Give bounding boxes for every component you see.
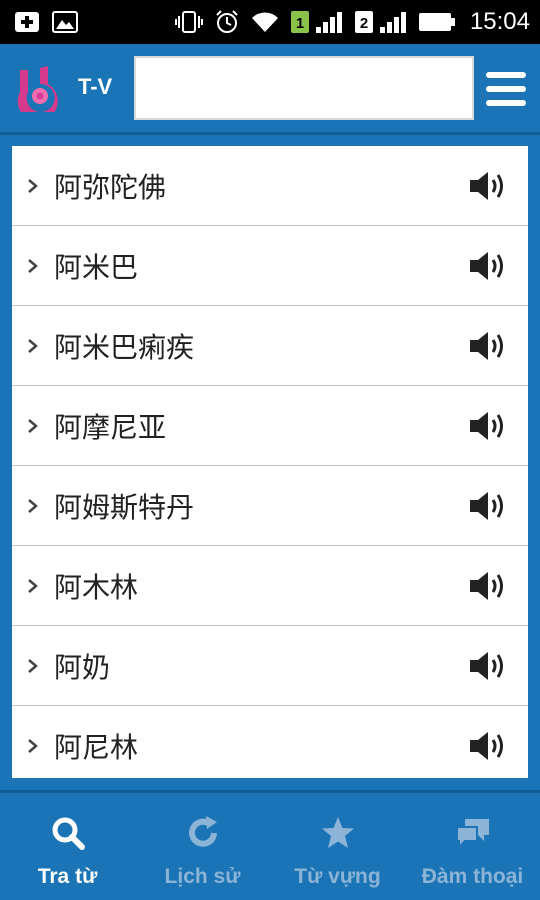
image-notification-icon <box>52 11 78 33</box>
chat-icon <box>453 813 493 853</box>
svg-text:2: 2 <box>360 15 368 32</box>
list-item[interactable]: 阿弥陀佛 <box>12 146 528 226</box>
list-item[interactable]: 阿木林 <box>12 546 528 626</box>
sim2-signal-icon: 2 <box>354 9 408 35</box>
tab-label: Tra từ <box>37 865 98 888</box>
tab-tu-vung[interactable]: Từ vựng <box>270 793 405 900</box>
search-input[interactable] <box>134 56 474 120</box>
add-notification-icon <box>14 11 40 33</box>
word-label: 阿姆斯特丹 <box>54 490 195 524</box>
app-header: T-V <box>0 44 540 132</box>
speaker-icon[interactable] <box>468 168 508 204</box>
alarm-icon <box>214 9 240 35</box>
chevron-right-icon <box>28 499 38 513</box>
list-item[interactable]: 阿姆斯特丹 <box>12 466 528 546</box>
tab-label: Đàm thoại <box>421 865 524 888</box>
list-item[interactable]: 阿摩尼亚 <box>12 386 528 466</box>
tab-label: Lịch sử <box>164 865 241 888</box>
list-item[interactable]: 阿米巴痢疾 <box>12 306 528 386</box>
word-label: 阿木林 <box>54 570 139 604</box>
vibrate-icon <box>174 10 204 34</box>
word-label: 阿米巴痢疾 <box>54 330 195 364</box>
battery-icon <box>418 11 456 33</box>
word-label: 阿尼林 <box>54 731 139 764</box>
tab-lich-su[interactable]: Lịch sử <box>135 793 270 900</box>
word-label: 阿弥陀佛 <box>54 170 167 204</box>
speaker-icon[interactable] <box>468 408 508 444</box>
speaker-icon[interactable] <box>468 328 508 364</box>
speaker-icon[interactable] <box>468 648 508 684</box>
chevron-right-icon <box>28 259 38 273</box>
sim1-signal-icon: 1 <box>290 9 344 35</box>
speaker-icon[interactable] <box>468 488 508 524</box>
tab-dam-thoai[interactable]: Đàm thoại <box>405 793 540 900</box>
wifi-icon <box>250 10 280 34</box>
hamburger-menu-icon[interactable] <box>486 72 526 106</box>
chevron-right-icon <box>28 179 38 193</box>
list-item[interactable]: 阿尼林 <box>12 706 528 778</box>
word-label: 阿奶 <box>54 650 111 684</box>
chevron-right-icon <box>28 659 38 673</box>
speaker-icon[interactable] <box>468 248 508 284</box>
app-title: T-V <box>78 74 113 99</box>
chevron-right-icon <box>28 579 38 593</box>
chevron-right-icon <box>28 419 38 433</box>
history-icon <box>183 813 223 853</box>
status-bar: 1 2 15:04 <box>0 0 540 44</box>
search-icon <box>48 813 88 853</box>
tab-label: Từ vựng <box>294 865 381 888</box>
list-item[interactable]: 阿奶 <box>12 626 528 706</box>
status-time: 15:04 <box>469 8 530 35</box>
word-label: 阿摩尼亚 <box>54 410 167 444</box>
chevron-right-icon <box>28 339 38 353</box>
word-label: 阿米巴 <box>54 250 139 284</box>
svg-text:1: 1 <box>296 15 304 32</box>
speaker-icon[interactable] <box>468 728 508 764</box>
star-icon <box>318 813 358 853</box>
chevron-right-icon <box>28 739 38 753</box>
word-list: 阿弥陀佛 阿米巴 阿米巴痢疾 阿摩尼亚 阿姆斯特丹 阿木林 阿奶 阿尼林 <box>12 146 528 778</box>
bottom-nav: Tra từ Lịch sử Từ vựng Đàm thoại <box>0 793 540 900</box>
list-item[interactable]: 阿米巴 <box>12 226 528 306</box>
speaker-icon[interactable] <box>468 568 508 604</box>
app-logo-icon <box>16 64 64 122</box>
tab-tra-tu[interactable]: Tra từ <box>0 793 135 900</box>
header-divider <box>0 132 540 135</box>
